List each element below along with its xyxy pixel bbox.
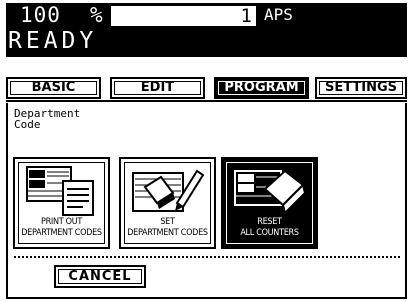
set-department-codes-button[interactable]: SET DEPARTMENT CODES [119, 157, 216, 249]
button-label: RESET ALL COUNTERS [240, 217, 299, 238]
reset-all-counters-button[interactable]: RESET ALL COUNTERS [221, 157, 318, 249]
tab-settings[interactable]: SETTINGS [315, 77, 407, 99]
set-department-codes-icon [132, 169, 205, 212]
print-out-department-codes-button[interactable]: PRINT OUT DEPARTMENT CODES [13, 157, 110, 249]
machine-status: READY [8, 28, 98, 54]
paper-size-readout: APS [264, 5, 293, 24]
button-label: SET DEPARTMENT CODES [127, 217, 208, 238]
button-label: PRINT OUT DEPARTMENT CODES [21, 217, 102, 238]
tab-basic[interactable]: BASIC [6, 77, 101, 99]
quantity-readout: 1 [111, 6, 256, 26]
print-department-codes-icon [26, 166, 94, 216]
copies-readout: 100 [20, 3, 61, 27]
program-panel: Department Code PRINT OUT DEPARTMENT COD… [6, 103, 407, 299]
divider [14, 256, 400, 258]
mode-tabs: BASIC EDIT PROGRAM SETTINGS [6, 77, 407, 102]
tab-edit[interactable]: EDIT [110, 77, 205, 99]
cancel-button[interactable]: CANCEL [54, 265, 146, 288]
status-display: 100 % 1 APS READY [6, 3, 407, 57]
tab-underline [6, 100, 407, 102]
zoom-percent-readout: % [90, 3, 103, 27]
tab-program[interactable]: PROGRAM [214, 77, 309, 99]
reset-counters-icon [234, 169, 307, 215]
panel-title: Department Code [14, 107, 81, 131]
